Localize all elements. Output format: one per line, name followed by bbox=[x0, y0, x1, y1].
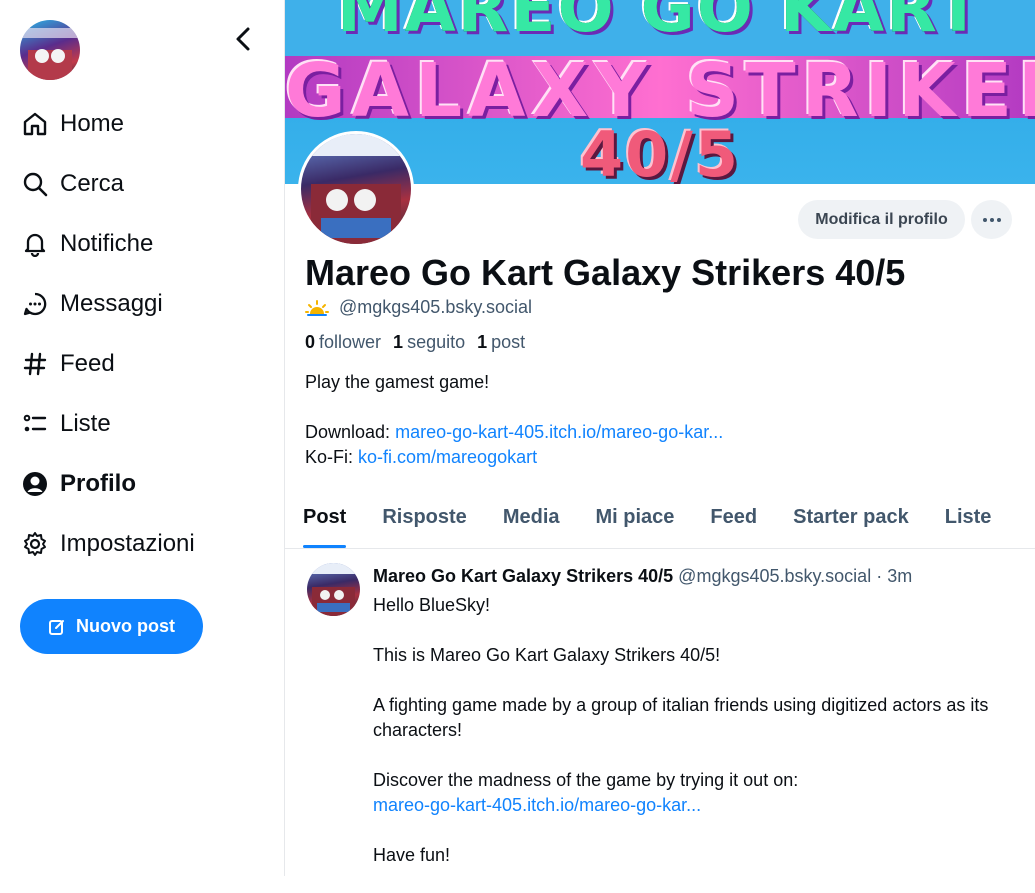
nav-label: Home bbox=[60, 110, 125, 137]
followers-stat[interactable]: 0 follower bbox=[305, 332, 381, 353]
tab-replies[interactable]: Risposte bbox=[364, 494, 484, 548]
banner-text-line1: MAREO GO KART bbox=[336, 0, 984, 47]
sun-icon bbox=[305, 299, 329, 316]
tab-starter-pack[interactable]: Starter pack bbox=[775, 494, 927, 548]
avatar[interactable] bbox=[20, 20, 80, 80]
post-paragraph: Have fun! bbox=[373, 845, 451, 865]
person-circle-icon bbox=[20, 469, 50, 499]
nav-label: Notifiche bbox=[60, 230, 154, 257]
nav-item-messages[interactable]: Messaggi bbox=[20, 274, 195, 334]
post-timestamp[interactable]: · 3m bbox=[876, 566, 912, 586]
nav-item-search[interactable]: Cerca bbox=[20, 154, 195, 214]
profile-handle[interactable]: @mgkgs405.bsky.social bbox=[339, 297, 532, 318]
post-link[interactable]: mareo-go-kart-405.itch.io/mareo-go-kar..… bbox=[373, 795, 701, 815]
post-handle[interactable]: @mgkgs405.bsky.social bbox=[678, 566, 871, 586]
post-paragraph: Discover the madness of the game by tryi… bbox=[373, 770, 799, 815]
home-icon bbox=[20, 109, 50, 139]
sidebar: Home Cerca Notifiche Messaggi Feed Liste… bbox=[0, 0, 284, 876]
kofi-label: Ko-Fi: bbox=[305, 447, 354, 467]
nav-label: Cerca bbox=[60, 170, 125, 197]
post-author[interactable]: Mareo Go Kart Galaxy Strikers 40/5 bbox=[373, 566, 673, 586]
post-paragraph: This is Mareo Go Kart Galaxy Strikers 40… bbox=[373, 645, 721, 665]
nav-item-profile[interactable]: Profilo bbox=[20, 454, 195, 514]
nav-item-settings[interactable]: Impostazioni bbox=[20, 514, 195, 574]
tab-lists[interactable]: Liste bbox=[927, 494, 1010, 548]
main-nav: Home Cerca Notifiche Messaggi Feed Liste… bbox=[20, 94, 195, 574]
edit-icon bbox=[49, 619, 64, 635]
chat-bubble-icon bbox=[20, 289, 50, 319]
download-label: Download: bbox=[305, 422, 391, 442]
ellipsis-icon bbox=[982, 217, 1001, 222]
post-paragraph: A fighting game made by a group of itali… bbox=[373, 695, 989, 740]
profile-stats: 0 follower 1 seguito 1 post bbox=[305, 332, 525, 353]
nav-item-home[interactable]: Home bbox=[20, 94, 195, 154]
download-link[interactable]: mareo-go-kart-405.itch.io/mareo-go-kar..… bbox=[395, 422, 723, 442]
new-post-button[interactable]: Nuovo post bbox=[20, 599, 203, 654]
post-avatar[interactable] bbox=[307, 563, 360, 616]
chevron-left-icon bbox=[236, 27, 250, 51]
profile-main: MAREO GO KART GALAXY STRIKERS 40/5 Modif… bbox=[285, 0, 1035, 876]
profile-tabs: Post Risposte Media Mi piace Feed Starte… bbox=[285, 494, 1035, 548]
post-header: Mareo Go Kart Galaxy Strikers 40/5 @mgkg… bbox=[373, 566, 912, 587]
new-post-label: Nuovo post bbox=[76, 616, 175, 636]
bio-line: Play the gamest game! bbox=[305, 372, 490, 392]
profile-display-name: Mareo Go Kart Galaxy Strikers 40/5 bbox=[305, 252, 906, 293]
nav-label: Profilo bbox=[60, 470, 136, 497]
search-icon bbox=[20, 169, 50, 199]
profile-handle-row: @mgkgs405.bsky.social bbox=[305, 297, 532, 318]
edit-profile-button[interactable]: Modifica il profilo bbox=[798, 200, 965, 239]
profile-bio: Play the gamest game! Download: mareo-go… bbox=[305, 370, 723, 470]
collapse-sidebar-button[interactable] bbox=[228, 24, 258, 54]
nav-label: Liste bbox=[60, 410, 111, 437]
tab-post[interactable]: Post bbox=[285, 494, 364, 548]
nav-item-lists[interactable]: Liste bbox=[20, 394, 195, 454]
nav-label: Messaggi bbox=[60, 290, 163, 317]
kofi-link[interactable]: ko-fi.com/mareogokart bbox=[358, 447, 537, 467]
tab-feed[interactable]: Feed bbox=[692, 494, 775, 548]
posts-stat: 1 post bbox=[477, 332, 526, 352]
tab-media[interactable]: Media bbox=[485, 494, 578, 548]
nav-label: Feed bbox=[60, 350, 115, 377]
hashtag-icon bbox=[20, 349, 50, 379]
nav-item-feed[interactable]: Feed bbox=[20, 334, 195, 394]
tabs-divider bbox=[285, 548, 1035, 549]
nav-label: Impostazioni bbox=[60, 530, 195, 557]
bell-icon bbox=[20, 229, 50, 259]
post-body: Hello BlueSky! This is Mareo Go Kart Gal… bbox=[373, 593, 1023, 893]
following-stat[interactable]: 1 seguito bbox=[393, 332, 465, 353]
post-paragraph: Hello BlueSky! bbox=[373, 595, 491, 615]
gear-icon bbox=[20, 529, 50, 559]
tab-likes[interactable]: Mi piace bbox=[578, 494, 693, 548]
more-options-button[interactable] bbox=[971, 200, 1012, 239]
profile-avatar[interactable] bbox=[298, 131, 414, 247]
nav-item-notifications[interactable]: Notifiche bbox=[20, 214, 195, 274]
list-icon bbox=[20, 409, 50, 439]
